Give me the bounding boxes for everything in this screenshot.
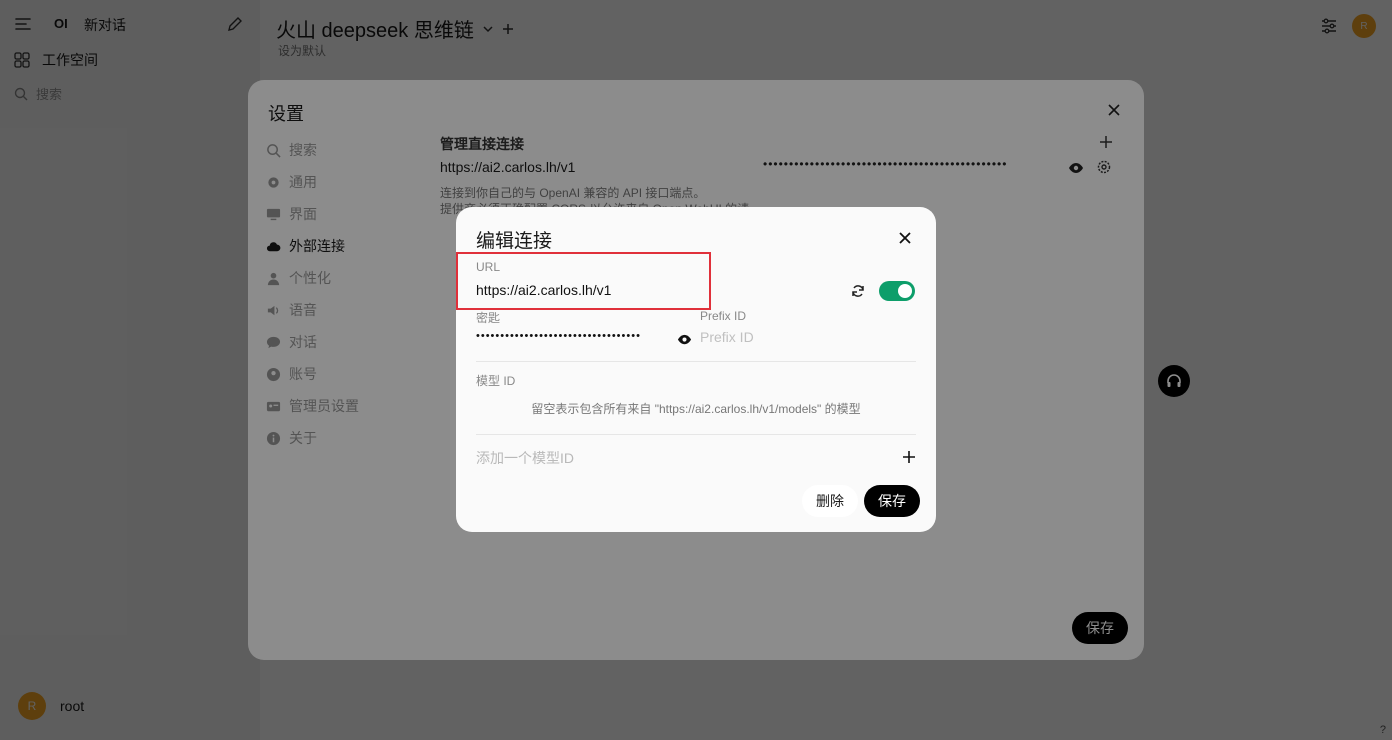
add-model-id-input[interactable] — [476, 450, 876, 466]
divider — [476, 361, 916, 362]
eye-icon[interactable] — [677, 332, 692, 347]
url-label: URL — [476, 260, 501, 274]
enable-toggle[interactable] — [879, 281, 915, 301]
close-icon[interactable] — [898, 231, 912, 245]
url-input[interactable]: https://ai2.carlos.lh/v1 — [476, 282, 806, 298]
prefix-id-input[interactable] — [700, 329, 900, 345]
model-id-hint: 留空表示包含所有来自 "https://ai2.carlos.lh/v1/mod… — [531, 402, 861, 416]
delete-button[interactable]: 删除 — [802, 485, 858, 517]
key-label: 密匙 — [476, 311, 501, 325]
dialog-title: 编辑连接 — [476, 231, 553, 252]
model-id-label: 模型 ID — [476, 374, 516, 388]
plus-icon[interactable] — [903, 451, 915, 463]
save-button[interactable]: 保存 — [864, 485, 920, 517]
prefix-id-label: Prefix ID — [700, 309, 747, 323]
refresh-icon[interactable] — [851, 284, 865, 298]
edit-connection-dialog: 编辑连接 URL https://ai2.carlos.lh/v1 密匙 •••… — [456, 207, 936, 532]
key-input[interactable]: •••••••••••••••••••••••••••••••••• — [476, 330, 671, 342]
divider — [476, 434, 916, 435]
